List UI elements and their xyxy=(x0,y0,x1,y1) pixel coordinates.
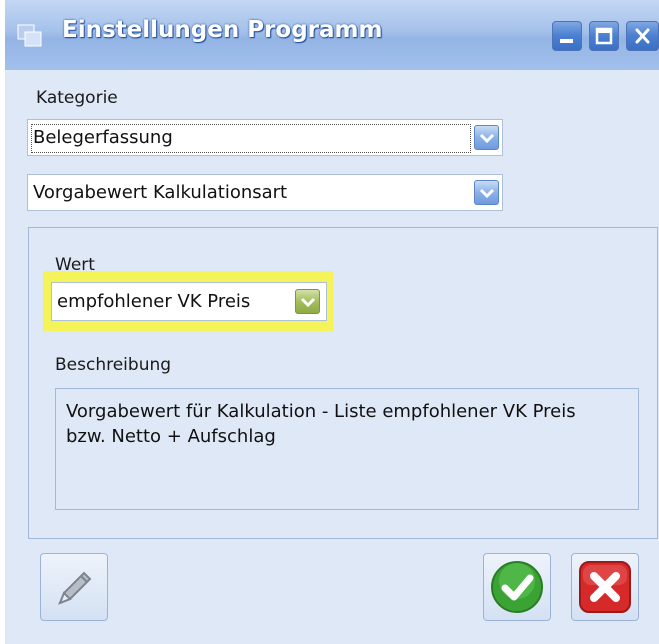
description-text: Vorgabewert für Kalkulation - Liste empf… xyxy=(66,401,576,447)
setting-dropdown[interactable]: Vorgabewert Kalkulationsart xyxy=(27,174,503,211)
description-box: Vorgabewert für Kalkulation - Liste empf… xyxy=(55,388,639,510)
value-dropdown-value: empfohlener VK Preis xyxy=(57,291,251,312)
chevron-down-icon[interactable] xyxy=(474,125,499,150)
wert-label: Wert xyxy=(55,255,95,275)
value-dropdown[interactable]: empfohlener VK Preis xyxy=(51,282,327,321)
beschreibung-label: Beschreibung xyxy=(55,355,172,375)
x-icon xyxy=(579,561,631,613)
maximize-button[interactable] xyxy=(589,21,619,51)
check-icon xyxy=(491,561,543,613)
settings-dialog: Einstellungen Programm Kategorie Beleger… xyxy=(5,0,659,644)
chevron-down-icon[interactable] xyxy=(295,289,320,314)
close-icon xyxy=(635,28,650,44)
focus-rect xyxy=(31,124,471,153)
title-bar[interactable]: Einstellungen Programm xyxy=(5,0,659,70)
close-button[interactable] xyxy=(626,21,659,51)
category-dropdown[interactable]: Belegerfassung xyxy=(27,119,503,156)
kategorie-label: Kategorie xyxy=(36,88,118,108)
minimize-icon xyxy=(560,39,573,43)
maximize-icon xyxy=(595,27,613,45)
pencil-icon xyxy=(58,571,92,605)
cancel-button[interactable] xyxy=(571,553,639,621)
window-title: Einstellungen Programm xyxy=(62,17,383,43)
edit-button[interactable] xyxy=(40,553,108,621)
setting-dropdown-value: Vorgabewert Kalkulationsart xyxy=(33,182,288,203)
app-icon xyxy=(17,24,43,48)
chevron-down-icon[interactable] xyxy=(474,180,499,205)
minimize-button[interactable] xyxy=(552,21,582,51)
ok-button[interactable] xyxy=(483,553,551,621)
